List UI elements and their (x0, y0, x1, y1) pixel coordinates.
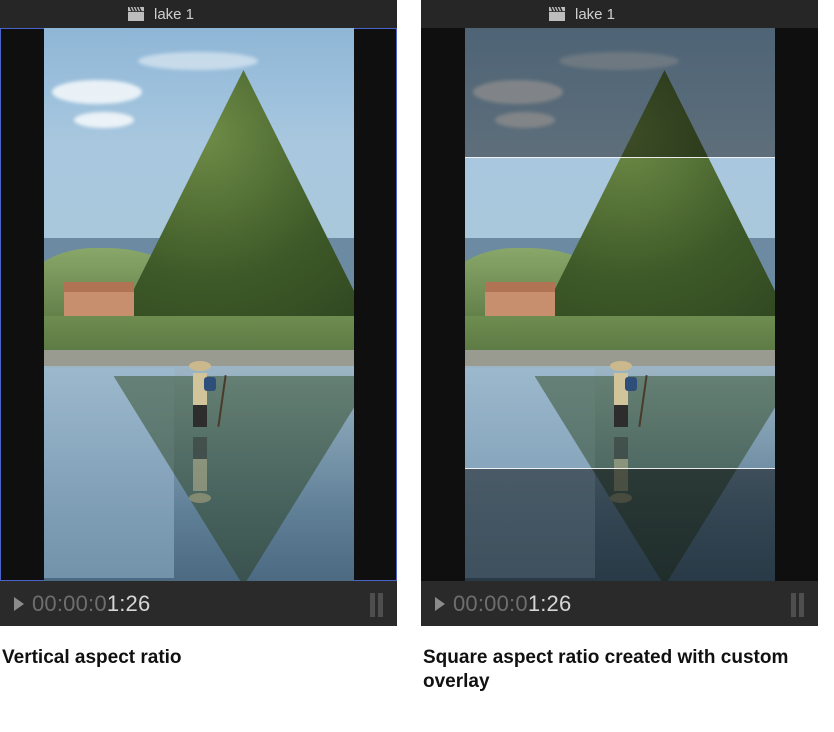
video-frame (44, 28, 354, 581)
audio-meter (370, 591, 383, 617)
clip-title: lake 1 (575, 6, 615, 23)
timecode-prefix: 00:00:0 (453, 591, 528, 616)
overlay-mask-bottom (465, 468, 775, 581)
timecode-display: 00:00:01:26 (453, 591, 571, 617)
clapperboard-icon (128, 7, 144, 21)
clapperboard-icon (549, 7, 565, 21)
transport-bar: 00:00:01:26 (0, 581, 397, 626)
play-icon[interactable] (435, 597, 445, 611)
overlay-mask-top (465, 28, 775, 158)
viewer-panel-right: lake 1 00:00:01:26 (421, 0, 818, 626)
video-frame (465, 28, 775, 581)
timecode-value: 1:26 (107, 591, 151, 616)
viewer-canvas[interactable] (0, 28, 397, 581)
play-icon[interactable] (14, 597, 24, 611)
timecode-display: 00:00:01:26 (32, 591, 150, 617)
transport-bar: 00:00:01:26 (421, 581, 818, 626)
viewer-titlebar: lake 1 (421, 0, 818, 28)
clip-title: lake 1 (154, 6, 194, 23)
caption-right: Square aspect ratio created with custom … (421, 646, 818, 695)
caption-left: Vertical aspect ratio (0, 646, 397, 695)
audio-meter (791, 591, 804, 617)
viewer-titlebar: lake 1 (0, 0, 397, 28)
viewer-panel-left: lake 1 00:00:01:26 (0, 0, 397, 626)
viewer-canvas[interactable] (421, 28, 818, 581)
timecode-prefix: 00:00:0 (32, 591, 107, 616)
timecode-value: 1:26 (528, 591, 572, 616)
